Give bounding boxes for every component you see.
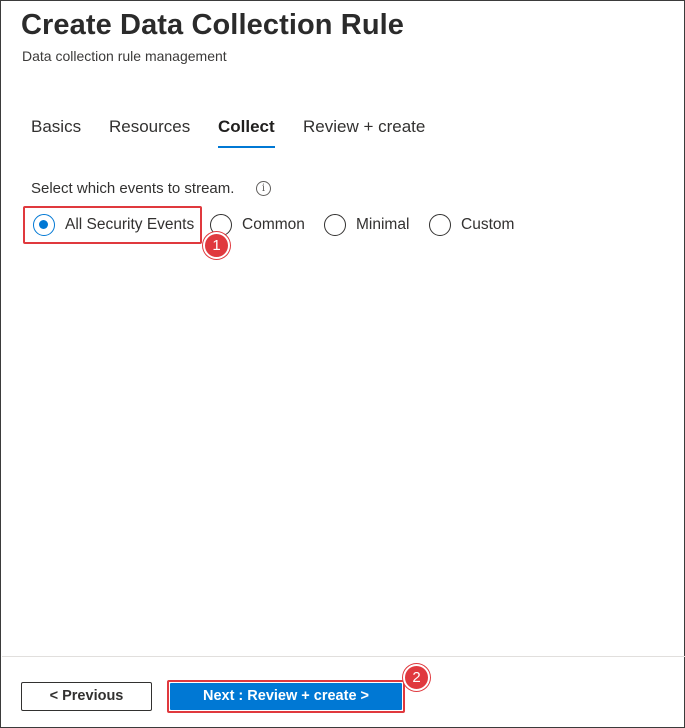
footer-divider xyxy=(2,656,685,657)
previous-button[interactable]: < Previous xyxy=(21,682,152,711)
page-title: Create Data Collection Rule xyxy=(21,9,405,41)
next-review-create-button[interactable]: Next : Review + create > xyxy=(170,683,402,710)
step-badge-2: 2 xyxy=(403,664,430,691)
step-badge-1: 1 xyxy=(203,232,230,259)
page-subtitle: Data collection rule management xyxy=(22,48,227,64)
radio-selected-icon xyxy=(33,214,55,236)
tab-basics[interactable]: Basics xyxy=(31,113,81,148)
radio-label: Minimal xyxy=(356,216,410,233)
info-icon[interactable]: i xyxy=(256,181,271,196)
radio-unselected-icon xyxy=(429,214,451,236)
tab-collect[interactable]: Collect xyxy=(218,113,275,148)
wizard-tabs: Basics Resources Collect Review + create xyxy=(1,113,685,149)
dialog-frame: Create Data Collection Rule Data collect… xyxy=(0,0,685,728)
events-radio-group: All Security Events Common Minimal Custo… xyxy=(1,209,685,243)
radio-label: All Security Events xyxy=(65,216,195,233)
tab-resources[interactable]: Resources xyxy=(109,113,190,148)
radio-label: Common xyxy=(242,216,305,233)
radio-label: Custom xyxy=(461,216,515,233)
events-question-label: Select which events to stream. xyxy=(31,180,235,197)
radio-unselected-icon xyxy=(324,214,346,236)
tab-review-create[interactable]: Review + create xyxy=(303,113,425,148)
